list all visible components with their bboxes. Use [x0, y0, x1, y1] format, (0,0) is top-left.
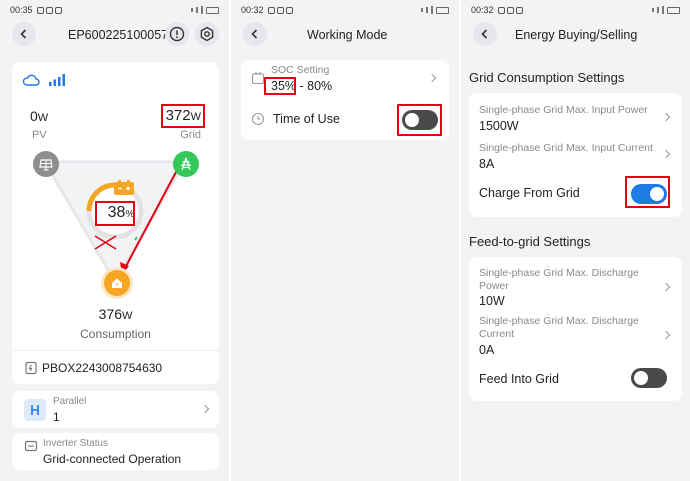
- chevron-right-icon: [661, 282, 671, 292]
- battery-outline-icon: [251, 72, 265, 85]
- max-discharge-current-row[interactable]: Single-phase Grid Max. Discharge Current …: [469, 313, 682, 363]
- time-of-use-highlight: [397, 104, 442, 136]
- status-right-icons: [191, 6, 219, 14]
- battery-status-icon: [206, 6, 219, 14]
- chevron-right-icon: [661, 330, 671, 340]
- inverter-status-row: Inverter Status Grid-connected Operation: [12, 433, 219, 470]
- chevron-left-icon: [481, 29, 488, 39]
- inverter-icon: [24, 440, 38, 452]
- chevron-right-icon: [427, 73, 437, 83]
- grid-tower-icon: [181, 157, 191, 171]
- max-input-current-row[interactable]: Single-phase Grid Max. Input Current 8A: [469, 135, 682, 175]
- page-title: Working Mode: [307, 28, 388, 42]
- back-button[interactable]: [473, 22, 497, 46]
- consumption-node: [104, 270, 130, 296]
- max-input-power-row[interactable]: Single-phase Grid Max. Input Power 1500W: [469, 93, 682, 135]
- status-time: 00:35: [10, 5, 33, 15]
- chevron-right-icon: [661, 149, 671, 159]
- notification-icons: [267, 6, 293, 14]
- battery-value-highlight: [95, 201, 135, 226]
- consumption-power-value: 376W: [98, 306, 133, 322]
- notification-icons: [36, 6, 62, 14]
- status-right-icons: [421, 6, 449, 14]
- battery-status-icon: [667, 6, 680, 14]
- max-discharge-current-value: 0A: [479, 343, 495, 357]
- status-right-icons: [652, 6, 680, 14]
- grid-value-highlight: [161, 104, 205, 128]
- status-bar: 00:35: [10, 3, 219, 17]
- page-title: EP60022510005​7...: [68, 28, 179, 42]
- max-discharge-power-label: Single-phase Grid Max. Discharge Power: [479, 267, 639, 292]
- max-input-power-value: 1500W: [479, 119, 519, 133]
- feed-into-grid-row: Feed Into Grid: [469, 363, 682, 401]
- parallel-row[interactable]: Parallel 1: [12, 391, 219, 428]
- charge-from-grid-label: Charge From Grid: [479, 186, 580, 200]
- status-time: 00:32: [471, 5, 494, 15]
- battery-status-icon: [436, 6, 449, 14]
- parallel-value: 1: [53, 410, 60, 424]
- gear-icon: [200, 26, 214, 42]
- inverter-status-label: Inverter Status: [43, 438, 109, 449]
- clock-icon: [251, 112, 265, 126]
- status-time: 00:32: [241, 5, 264, 15]
- feed-into-grid-toggle[interactable]: [631, 368, 667, 388]
- device-overview-screen: 00:35 EP60022510005​7... 0W PV 372W Grid: [0, 0, 229, 481]
- max-input-current-value: 8A: [479, 157, 495, 171]
- device-icon: [25, 361, 37, 375]
- max-discharge-power-row[interactable]: Single-phase Grid Max. Discharge Power 10…: [469, 257, 682, 313]
- pv-power-value: 0W: [30, 108, 49, 124]
- grid-node: [173, 151, 199, 177]
- chevron-left-icon: [20, 29, 27, 39]
- parallel-icon: [24, 399, 46, 421]
- battery-node: [113, 179, 135, 196]
- device-serial: PBOX2243008754630: [42, 361, 163, 375]
- max-input-current-label: Single-phase Grid Max. Input Current: [479, 142, 653, 154]
- max-discharge-power-value: 10W: [479, 294, 505, 308]
- consumption-label: Consumption: [80, 327, 151, 341]
- divider: [12, 350, 219, 351]
- parallel-label: Parallel: [53, 396, 87, 407]
- settings-button[interactable]: [195, 22, 219, 46]
- status-bar: 00:32: [471, 3, 680, 17]
- solar-panel-icon: [39, 159, 53, 171]
- alert-button[interactable]: [165, 22, 189, 46]
- soc-low-highlight: [264, 77, 296, 95]
- feed-to-grid-card: Single-phase Grid Max. Discharge Power 10…: [469, 257, 682, 401]
- page-title: Energy Buying/Selling: [515, 28, 638, 42]
- back-button[interactable]: [243, 22, 267, 46]
- chevron-right-icon: [661, 112, 671, 122]
- inverter-status-value: Grid-connected Operation: [43, 452, 182, 466]
- max-discharge-current-label: Single-phase Grid Max. Discharge Current: [479, 315, 639, 340]
- signal-bars-icon: [49, 74, 65, 86]
- feed-to-grid-section-title: Feed-to-grid Settings: [469, 234, 591, 249]
- exclamation-circle-icon: [169, 26, 185, 42]
- grid-label: Grid: [180, 129, 201, 141]
- home-icon: [112, 278, 122, 288]
- feed-into-grid-label: Feed Into Grid: [479, 372, 559, 386]
- chevron-left-icon: [251, 29, 258, 39]
- pv-node: [33, 151, 59, 177]
- notification-icons: [497, 6, 523, 14]
- grid-consumption-section-title: Grid Consumption Settings: [469, 70, 625, 85]
- back-button[interactable]: [12, 22, 36, 46]
- soc-setting-label: SOC Setting: [271, 64, 330, 76]
- charge-from-grid-highlight: [625, 176, 670, 208]
- status-bar: 00:32: [241, 3, 449, 17]
- pv-label: PV: [32, 129, 47, 141]
- energy-buying-selling-screen: 00:32 Energy Buying/Selling Grid Consump…: [461, 0, 690, 481]
- max-input-power-label: Single-phase Grid Max. Input Power: [479, 104, 648, 116]
- time-of-use-label: Time of Use: [273, 112, 340, 126]
- battery-icon: [114, 180, 134, 195]
- cloud-icon: [22, 74, 40, 86]
- chevron-right-icon: [200, 404, 210, 414]
- working-mode-screen: 00:32 Working Mode SOC Setting 35% - 80%…: [231, 0, 459, 481]
